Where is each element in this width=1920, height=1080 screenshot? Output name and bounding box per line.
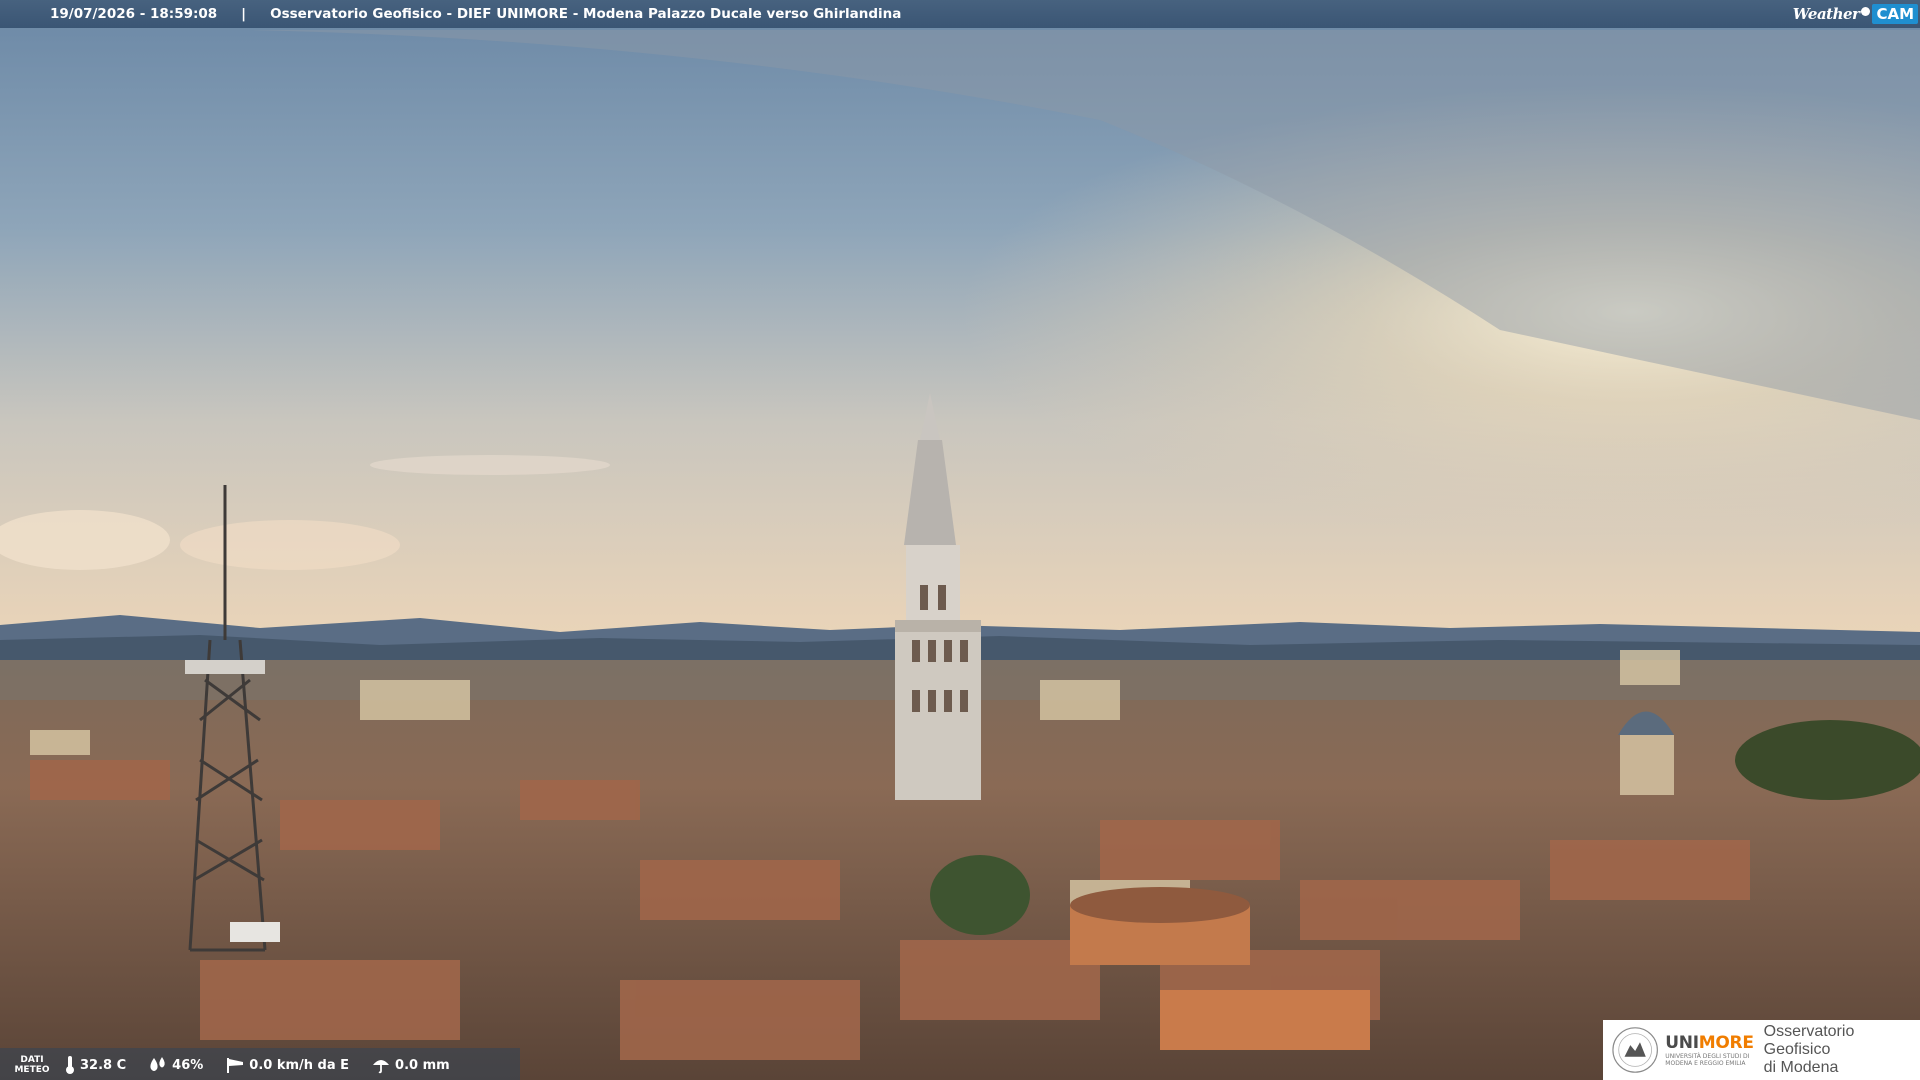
humidity-reading: 46%	[148, 1056, 203, 1074]
umbrella-icon	[373, 1060, 390, 1074]
wind-reading: 0.0 km/h da E	[225, 1056, 349, 1074]
unimore-brand: UNIMORE UNIVERSITÀ DEGLI STUDI DI MODENA…	[1665, 1033, 1754, 1067]
meteo-label: METEO	[14, 1065, 50, 1075]
humidity-drops-icon	[150, 1057, 165, 1071]
weathercam-logo-weather: Weather	[1792, 5, 1860, 23]
temperature-value: 32.8 C	[80, 1057, 127, 1073]
observatory-name: Osservatorio Geofisico di Modena	[1764, 1023, 1920, 1077]
unimore-seal-icon	[1612, 1027, 1658, 1073]
weather-data-bar: DATI METEO 32.8 C 46% 0.0 km/h da E 0.0 …	[0, 1050, 520, 1080]
rain-reading: 0.0 mm	[371, 1056, 450, 1074]
dati-label: DATI	[20, 1055, 44, 1065]
observatory-line-1: Osservatorio Geofisico	[1763, 1023, 1855, 1058]
temperature-reading: 32.8 C	[64, 1055, 126, 1075]
unimore-wordmark: UNIMORE	[1665, 1033, 1754, 1053]
observatory-line-2: di Modena	[1763, 1059, 1839, 1076]
rain-value: 0.0 mm	[395, 1057, 450, 1073]
wordmark-more: MORE	[1698, 1033, 1754, 1053]
thermometer-icon	[66, 1056, 74, 1074]
title-separator: |	[241, 6, 247, 22]
camera-title: Osservatorio Geofisico - DIEF UNIMORE - …	[270, 6, 902, 22]
weathercam-logo-cam: CAM	[1872, 4, 1918, 24]
humidity-value: 46%	[172, 1057, 204, 1073]
wind-sock-icon	[227, 1058, 244, 1073]
wordmark-uni: UNI	[1665, 1033, 1699, 1053]
unimore-subtitle-2: MODENA E REGGIO EMILIA	[1665, 1060, 1746, 1067]
dati-meteo-label: DATI METEO	[0, 1055, 64, 1075]
weathercam-logo: Weather CAM	[1793, 2, 1918, 26]
timestamp: 19/07/2026 - 18:59:08	[50, 6, 218, 22]
title-bar: 19/07/2026 - 18:59:08 | Osservatorio Geo…	[0, 0, 1920, 28]
webcam-image	[0, 0, 1920, 1080]
weathercam-logo-sun-icon	[1861, 6, 1871, 16]
unimore-logo: UNIMORE UNIVERSITÀ DEGLI STUDI DI MODENA…	[1603, 1020, 1920, 1080]
wind-value: 0.0 km/h da E	[249, 1057, 350, 1073]
unimore-subtitle-1: UNIVERSITÀ DEGLI STUDI DI	[1665, 1053, 1750, 1060]
